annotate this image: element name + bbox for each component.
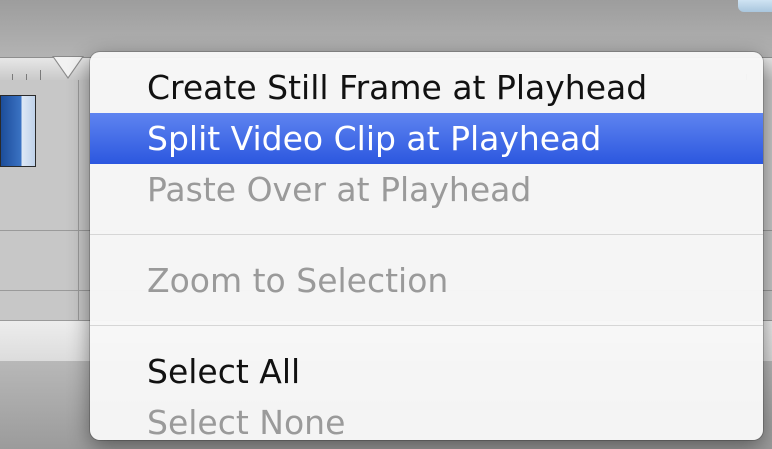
playhead-marker[interactable]: [54, 57, 82, 77]
menu-item-select-all[interactable]: Select All: [90, 346, 763, 397]
menu-item-split-video-clip[interactable]: Split Video Clip at Playhead: [90, 113, 763, 164]
menu-separator: [90, 325, 763, 326]
window-control[interactable]: [738, 0, 772, 12]
context-menu: Create Still Frame at Playhead Split Vid…: [90, 52, 763, 442]
menu-item-select-none: Select None: [147, 403, 346, 442]
menu-item-zoom-to-selection: Zoom to Selection: [147, 261, 449, 300]
video-clip-thumbnail[interactable]: [0, 95, 36, 167]
menu-item-paste-over: Paste Over at Playhead: [147, 170, 532, 209]
timeline-toolbar: [0, 0, 772, 57]
ruler-tick: [40, 70, 41, 80]
menu-separator: [90, 234, 763, 235]
track-divider-vertical: [78, 80, 79, 320]
menu-item-create-still-frame[interactable]: Create Still Frame at Playhead: [90, 62, 763, 113]
